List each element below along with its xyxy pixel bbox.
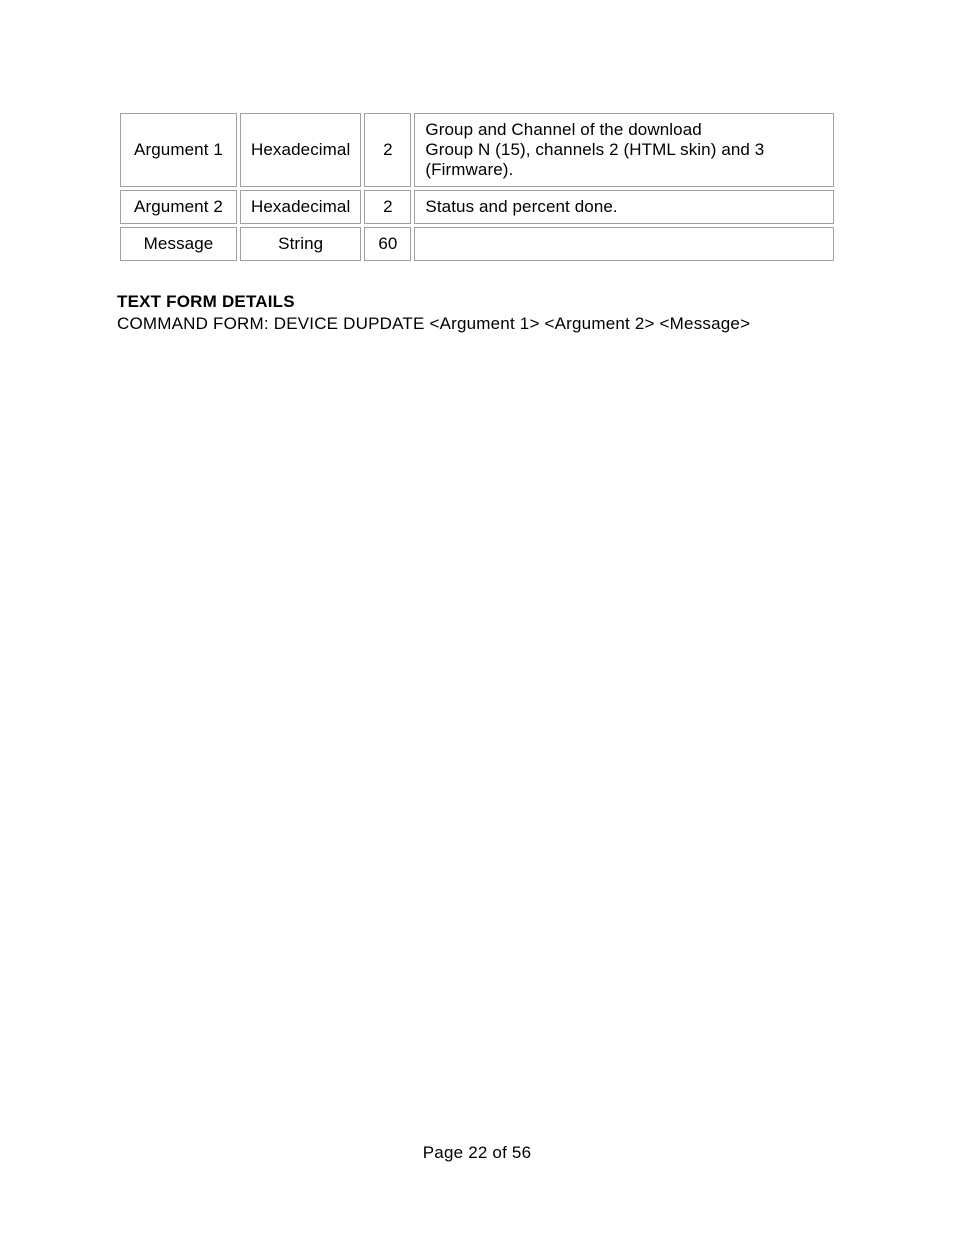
arg-type-cell: Hexadecimal [240, 190, 361, 224]
arg-size-cell: 60 [364, 227, 411, 261]
arg-desc-cell: Group and Channel of the download Group … [414, 113, 834, 187]
arg-name-cell: Argument 1 [120, 113, 237, 187]
document-page: Argument 1 Hexadecimal 2 Group and Chann… [0, 0, 954, 1235]
table-row: Argument 2 Hexadecimal 2 Status and perc… [120, 190, 834, 224]
page-footer: Page 22 of 56 [0, 1143, 954, 1163]
table-row: Argument 1 Hexadecimal 2 Group and Chann… [120, 113, 834, 187]
command-form-text: COMMAND FORM: DEVICE DUPDATE <Argument 1… [117, 314, 837, 334]
arg-size-cell: 2 [364, 190, 411, 224]
argument-table: Argument 1 Hexadecimal 2 Group and Chann… [117, 110, 837, 264]
section-title: TEXT FORM DETAILS [117, 292, 837, 312]
arg-type-cell: Hexadecimal [240, 113, 361, 187]
arg-size-cell: 2 [364, 113, 411, 187]
arg-type-cell: String [240, 227, 361, 261]
arg-desc-cell: Status and percent done. [414, 190, 834, 224]
table-row: Message String 60 [120, 227, 834, 261]
arg-desc-cell [414, 227, 834, 261]
arg-name-cell: Message [120, 227, 237, 261]
arg-name-cell: Argument 2 [120, 190, 237, 224]
